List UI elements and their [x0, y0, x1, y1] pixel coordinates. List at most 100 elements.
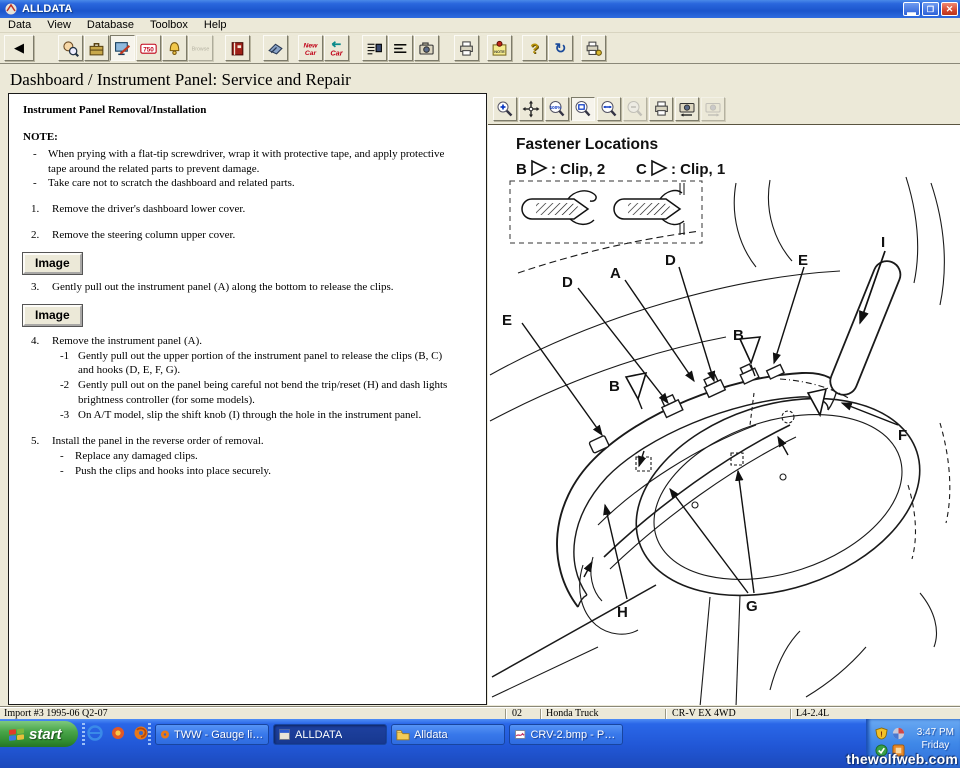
- print-button[interactable]: [454, 35, 479, 61]
- vehicle-search-button[interactable]: [58, 35, 83, 61]
- zoom-width-button[interactable]: [597, 97, 621, 121]
- maximize-button[interactable]: ❐: [922, 2, 939, 16]
- refresh-icon: ↻: [555, 40, 567, 57]
- svg-text:750: 750: [143, 46, 154, 53]
- step-5-dash-2: - Push the clips and hooks into place se…: [50, 464, 460, 479]
- status-make: Honda Truck: [546, 708, 599, 719]
- zoom-out-button: [623, 97, 647, 121]
- zoom-out-icon: [626, 100, 644, 118]
- label-E2: E: [798, 252, 808, 269]
- triangle-markers: [626, 337, 826, 415]
- svg-text:!: !: [880, 729, 882, 738]
- back-button[interactable]: ◀: [4, 35, 34, 61]
- figure-title: Fastener Locations: [516, 136, 658, 153]
- zoom-fit-icon: [574, 100, 592, 118]
- watermark-text: thewolfweb.com: [846, 751, 958, 767]
- next-image-button: [701, 97, 725, 121]
- article-panel: Instrument Panel Removal/Installation NO…: [8, 93, 487, 705]
- label-E1: E: [502, 312, 512, 329]
- view-text-image-button[interactable]: [362, 35, 387, 61]
- svg-text:100%: 100%: [550, 105, 562, 110]
- image-button[interactable]: Image: [23, 305, 82, 326]
- step-4-sub-2: -2 Gently pull out on the panel being ca…: [60, 378, 460, 408]
- step-4: 4. Remove the instrument panel (A).: [23, 334, 460, 349]
- service-repair-button[interactable]: [110, 35, 135, 61]
- pan-button[interactable]: [519, 97, 543, 121]
- gauges-button[interactable]: 750: [136, 35, 161, 61]
- pan-icon: [522, 100, 540, 118]
- menu-bar: Data View Database Toolbox Help: [0, 18, 960, 33]
- triangle-marker-icon: [532, 161, 546, 175]
- security-shield-icon[interactable]: !: [875, 727, 888, 740]
- print-image-button[interactable]: [649, 97, 673, 121]
- task-alldata[interactable]: ALLDATA: [273, 724, 387, 745]
- zoom-fit-button[interactable]: [571, 97, 595, 121]
- status-model: CR-V EX 4WD: [672, 708, 736, 719]
- taskbar-clock[interactable]: 3:47 PM Friday: [917, 726, 954, 752]
- service-repair-icon: [114, 40, 131, 57]
- menu-data[interactable]: Data: [0, 19, 39, 31]
- triangle-marker-icon: [652, 161, 666, 175]
- library-button[interactable]: [225, 35, 250, 61]
- taskbar-grip[interactable]: [148, 723, 151, 747]
- folder-icon: [396, 729, 410, 741]
- viewer-toolbar: 100%: [488, 93, 960, 125]
- previous-image-button[interactable]: [675, 97, 699, 121]
- task-paint[interactable]: CRV-2.bmp - Paint: [509, 724, 623, 745]
- zoom-100-button[interactable]: 100%: [545, 97, 569, 121]
- internet-explorer-icon[interactable]: [86, 724, 104, 742]
- book-icon: [229, 40, 246, 57]
- alldata-window: ALLDATA ▬ ❐ ✕ Data View Database Toolbox…: [0, 0, 960, 768]
- start-label: start: [29, 726, 62, 743]
- label-B1: B: [733, 327, 744, 344]
- taskbar-grip[interactable]: [82, 723, 85, 747]
- svg-text:Car: Car: [305, 49, 317, 56]
- step-4-sub-3: -3 On A/T model, slip the shift knob (I)…: [60, 408, 460, 423]
- label-H: H: [617, 604, 628, 621]
- close-button[interactable]: ✕: [941, 2, 958, 16]
- view-image-button[interactable]: [414, 35, 439, 61]
- car-return-icon: Car: [327, 40, 346, 57]
- paint-app-icon: [514, 728, 526, 741]
- quick-launch-app-icon[interactable]: [109, 724, 127, 742]
- previous-image-icon: [678, 100, 696, 118]
- note-item: - When prying with a flat-tip screwdrive…: [23, 147, 460, 177]
- instrument-panel-diagram: Fastener Locations B : Clip, 2 C : Clip,…: [488, 125, 960, 705]
- refresh-button[interactable]: ↻: [548, 35, 573, 61]
- maximize-icon: ❐: [927, 5, 934, 14]
- svg-text:New: New: [304, 42, 319, 49]
- label-A: A: [610, 265, 621, 282]
- help-icon: ?: [530, 40, 539, 56]
- step-5: 5. Install the panel in the reverse orde…: [23, 434, 460, 449]
- step-3: 3. Gently pull out the instrument panel …: [23, 280, 460, 295]
- task-tww-gauge-lights[interactable]: TWW - Gauge lights p...: [155, 724, 269, 745]
- menu-database[interactable]: Database: [79, 19, 142, 31]
- status-bar: Import #3 1995-06 Q2-07 02 Honda Truck C…: [0, 707, 960, 719]
- bell-icon: [166, 40, 183, 57]
- add-note-button[interactable]: NOTE: [487, 35, 512, 61]
- new-car-button[interactable]: New Car: [298, 35, 323, 61]
- estimator-button[interactable]: [263, 35, 288, 61]
- view-text-button[interactable]: [388, 35, 413, 61]
- menu-help[interactable]: Help: [196, 19, 235, 31]
- task-alldata-folder[interactable]: Alldata: [391, 724, 505, 745]
- help-button[interactable]: ?: [522, 35, 547, 61]
- shop-info-button[interactable]: [84, 35, 109, 61]
- menu-toolbox[interactable]: Toolbox: [142, 19, 196, 31]
- tray-app-icon[interactable]: [892, 727, 905, 740]
- main-toolbar: ◀ 75: [0, 33, 960, 64]
- text-image-view-icon: [366, 40, 383, 57]
- status-engine: L4-2.4L: [796, 708, 829, 719]
- start-button[interactable]: start: [0, 721, 78, 747]
- car-history-button[interactable]: Car: [324, 35, 349, 61]
- clock-time: 3:47 PM: [917, 726, 954, 739]
- windows-logo-icon: [8, 727, 25, 742]
- parts-button[interactable]: [162, 35, 187, 61]
- alldata-app-icon: [278, 728, 291, 741]
- print-setup-button[interactable]: [581, 35, 606, 61]
- image-button[interactable]: Image: [23, 253, 82, 274]
- minimize-button[interactable]: ▬: [903, 2, 920, 16]
- zoom-in-button[interactable]: [493, 97, 517, 121]
- menu-view[interactable]: View: [39, 19, 79, 31]
- figure-area[interactable]: Fastener Locations B : Clip, 2 C : Clip,…: [488, 125, 960, 705]
